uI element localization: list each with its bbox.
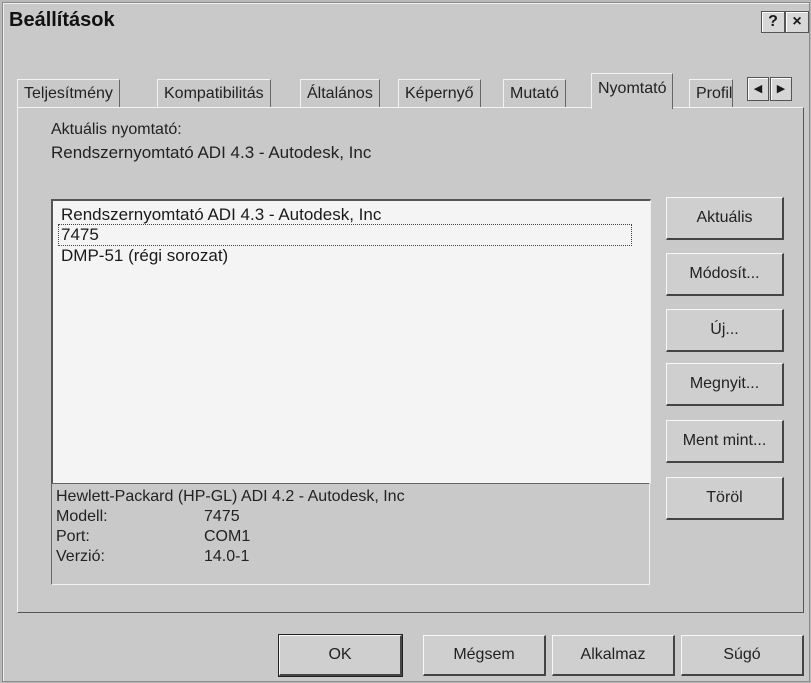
list-item[interactable]: 7475 [58, 224, 632, 246]
port-label: Port: [56, 528, 90, 545]
ment-mint-button[interactable]: Ment mint... [666, 420, 784, 463]
cancel-button[interactable]: Mégsem [423, 635, 546, 676]
aktualis-button[interactable]: Aktuális [666, 197, 784, 240]
dialog-title: Beállítások [9, 9, 115, 31]
version-value: 14.0-1 [204, 548, 250, 565]
current-printer-label: Aktuális nyomtató: [51, 121, 182, 138]
tab-kompatibilitas[interactable]: Kompatibilitás [157, 79, 271, 108]
tab-scroll-left-icon[interactable]: ◀ [747, 77, 769, 101]
tab-kepernyo[interactable]: Képernyő [398, 79, 481, 108]
settings-dialog: Beállítások ? × Teljesítmény Kompatibili… [2, 2, 810, 682]
printer-driver: Hewlett-Packard (HP-GL) ADI 4.2 - Autode… [56, 488, 405, 505]
megnyit-button[interactable]: Megnyit... [666, 363, 784, 406]
help-button[interactable]: ? [761, 11, 785, 33]
version-label: Verzió: [56, 548, 105, 565]
uj-button[interactable]: Új... [666, 309, 784, 352]
modosit-button[interactable]: Módosít... [666, 253, 784, 296]
torol-button[interactable]: Töröl [666, 477, 784, 520]
list-item[interactable]: Rendszernyomtató ADI 4.3 - Autodesk, Inc [61, 205, 381, 225]
ok-button[interactable]: OK [278, 634, 403, 677]
model-value: 7475 [204, 508, 240, 525]
printer-info-box: Hewlett-Packard (HP-GL) ADI 4.2 - Autode… [51, 483, 650, 585]
model-label: Modell: [56, 508, 108, 525]
tab-altalanos[interactable]: Általános [300, 79, 380, 108]
current-printer-value: Rendszernyomtató ADI 4.3 - Autodesk, Inc [51, 143, 372, 162]
help-bottom-button[interactable]: Súgó [681, 635, 804, 676]
tab-nyomtato[interactable]: Nyomtató [591, 73, 674, 109]
printer-list[interactable]: Rendszernyomtató ADI 4.3 - Autodesk, Inc… [51, 199, 651, 484]
close-button[interactable]: × [785, 11, 809, 33]
tab-teljesitmeny[interactable]: Teljesítmény [17, 79, 120, 108]
list-item[interactable]: DMP-51 (régi sorozat) [61, 246, 228, 266]
tab-profil[interactable]: Profil [689, 79, 733, 108]
port-value: COM1 [204, 528, 251, 545]
tab-scroll-right-icon[interactable]: ▶ [770, 77, 792, 101]
tab-mutato[interactable]: Mutató [503, 79, 566, 108]
apply-button[interactable]: Alkalmaz [552, 635, 675, 676]
